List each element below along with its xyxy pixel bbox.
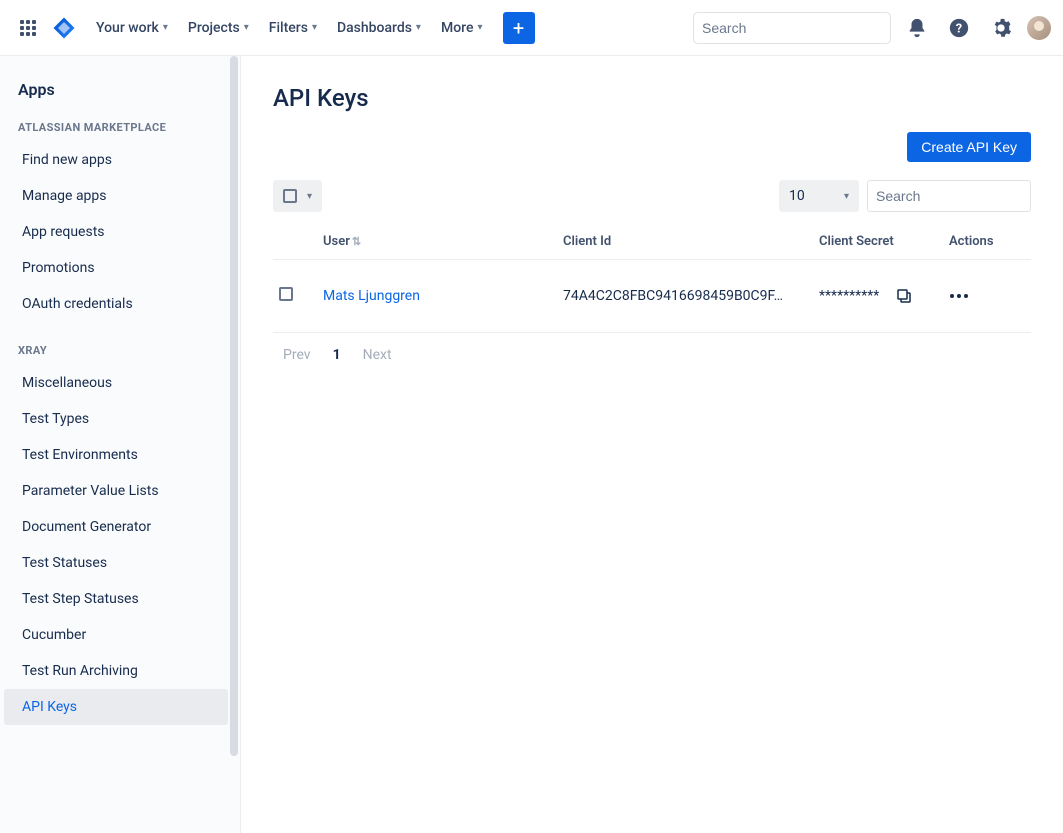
sidebar-item-test-step-statuses[interactable]: Test Step Statuses xyxy=(4,581,236,617)
table-header-row: User⇅ Client Id Client Secret Actions xyxy=(273,226,1031,260)
create-button[interactable]: + xyxy=(503,12,535,44)
sidebar-item-find-new-apps[interactable]: Find new apps xyxy=(4,142,236,178)
nav-label: Your work xyxy=(96,20,159,36)
api-keys-table: User⇅ Client Id Client Secret Actions Ma… xyxy=(273,226,1031,333)
avatar-image xyxy=(1034,21,1044,31)
table-search-input[interactable] xyxy=(876,181,1022,211)
row-actions-menu[interactable] xyxy=(949,272,1025,320)
jira-icon xyxy=(52,16,76,40)
page-size-dropdown[interactable]: 10 ▾ xyxy=(779,180,859,212)
chevron-down-icon: ▾ xyxy=(477,22,482,33)
col-user[interactable]: User⇅ xyxy=(317,226,557,260)
bell-icon xyxy=(906,17,928,39)
nav-label: Dashboards xyxy=(337,20,412,36)
row-checkbox[interactable] xyxy=(279,287,293,301)
global-search-input[interactable] xyxy=(702,20,883,36)
nav-label: More xyxy=(441,20,474,36)
nav-label: Projects xyxy=(188,20,240,36)
section-label-xray: XRAY xyxy=(0,344,240,365)
product-logo[interactable] xyxy=(48,12,80,44)
chevron-down-icon: ▾ xyxy=(844,191,849,202)
sidebar-scrollbar[interactable] xyxy=(228,56,240,816)
settings-button[interactable] xyxy=(985,12,1017,44)
dots-icon xyxy=(949,293,969,299)
table-search[interactable] xyxy=(867,180,1031,212)
create-api-key-button[interactable]: Create API Key xyxy=(907,132,1031,162)
sidebar-item-test-environments[interactable]: Test Environments xyxy=(4,437,236,473)
chevron-down-icon: ▾ xyxy=(312,22,317,33)
sidebar-item-app-requests[interactable]: App requests xyxy=(4,214,236,250)
chevron-down-icon: ▾ xyxy=(244,22,249,33)
section-label-marketplace: ATLASSIAN MARKETPLACE xyxy=(0,121,240,142)
table-row: Mats Ljunggren 74A4C2C8FBC9416698459B0C9… xyxy=(273,260,1031,333)
bulk-checkbox-icon xyxy=(283,189,297,203)
plus-icon: + xyxy=(513,16,524,40)
nav-filters[interactable]: Filters ▾ xyxy=(261,14,325,42)
chevron-down-icon: ▾ xyxy=(163,22,168,33)
avatar[interactable] xyxy=(1027,16,1051,40)
nav-your-work[interactable]: Your work ▾ xyxy=(88,14,176,42)
sidebar-item-document-generator[interactable]: Document Generator xyxy=(4,509,236,545)
global-search[interactable] xyxy=(693,12,891,44)
col-client-secret[interactable]: Client Secret xyxy=(813,226,943,260)
app-switcher[interactable] xyxy=(12,12,44,44)
copy-icon xyxy=(895,287,913,305)
sidebar-item-test-types[interactable]: Test Types xyxy=(4,401,236,437)
sidebar-item-oauth-credentials[interactable]: OAuth credentials xyxy=(4,286,236,322)
nav-dashboards[interactable]: Dashboards ▾ xyxy=(329,14,429,42)
sidebar-title: Apps xyxy=(0,80,240,121)
svg-text:?: ? xyxy=(956,21,962,36)
sidebar-item-promotions[interactable]: Promotions xyxy=(4,250,236,286)
pagination-prev[interactable]: Prev xyxy=(283,347,311,363)
help-button[interactable]: ? xyxy=(943,12,975,44)
copy-secret-button[interactable] xyxy=(895,287,913,305)
sort-icon: ⇅ xyxy=(352,235,361,248)
sidebar-item-manage-apps[interactable]: Manage apps xyxy=(4,178,236,214)
sidebar-item-test-run-archiving[interactable]: Test Run Archiving xyxy=(4,653,236,689)
sidebar: Apps ATLASSIAN MARKETPLACE Find new apps… xyxy=(0,56,241,833)
col-actions: Actions xyxy=(943,226,1031,260)
main-content: API Keys Create API Key ▾ 10 ▾ xyxy=(241,56,1063,833)
client-id-value: 74A4C2C8FBC9416698459B0C9F… xyxy=(563,288,801,304)
col-client-id[interactable]: Client Id xyxy=(557,226,813,260)
sidebar-item-parameter-value-lists[interactable]: Parameter Value Lists xyxy=(4,473,236,509)
client-secret-masked: ********** xyxy=(819,288,879,304)
scrollbar-thumb[interactable] xyxy=(230,56,238,756)
chevron-down-icon: ▾ xyxy=(307,191,312,202)
user-link[interactable]: Mats Ljunggren xyxy=(323,288,420,304)
nav-more[interactable]: More ▾ xyxy=(433,14,491,42)
bulk-select-dropdown[interactable]: ▾ xyxy=(273,180,322,212)
page-title: API Keys xyxy=(273,84,1031,112)
page-size-value: 10 xyxy=(789,188,805,204)
pagination-current[interactable]: 1 xyxy=(333,347,341,363)
nav-label: Filters xyxy=(269,20,308,36)
pagination-next[interactable]: Next xyxy=(363,347,392,363)
notifications-button[interactable] xyxy=(901,12,933,44)
pagination: Prev 1 Next xyxy=(273,333,1031,377)
sidebar-item-test-statuses[interactable]: Test Statuses xyxy=(4,545,236,581)
grid-icon xyxy=(20,20,36,36)
help-icon: ? xyxy=(948,17,970,39)
gear-icon xyxy=(990,17,1012,39)
sidebar-item-api-keys[interactable]: API Keys xyxy=(4,689,228,725)
sidebar-item-cucumber[interactable]: Cucumber xyxy=(4,617,236,653)
nav-projects[interactable]: Projects ▾ xyxy=(180,14,257,42)
chevron-down-icon: ▾ xyxy=(416,22,421,33)
sidebar-item-miscellaneous[interactable]: Miscellaneous xyxy=(4,365,236,401)
